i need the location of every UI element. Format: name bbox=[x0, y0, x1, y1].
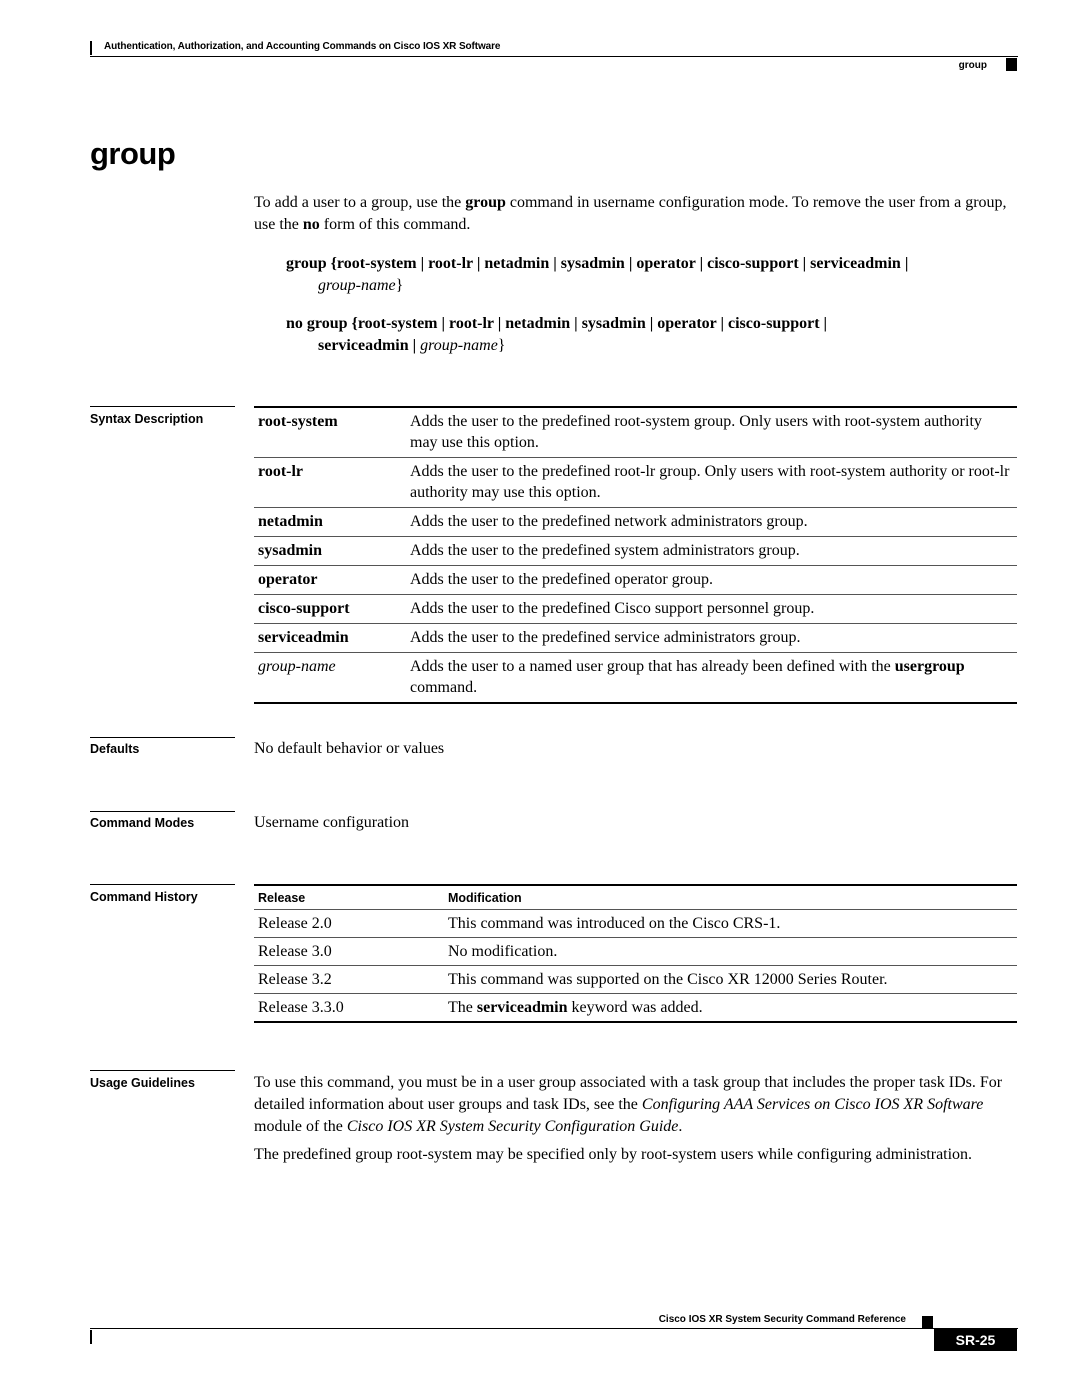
intro-paragraph: To add a user to a group, use the group … bbox=[254, 192, 1020, 236]
header-rule bbox=[90, 56, 1018, 57]
syntax-text: no group {root-system | root-lr | netadm… bbox=[286, 315, 828, 332]
section-label-syntax-description: Syntax Description bbox=[90, 412, 204, 426]
section-label-command-modes: Command Modes bbox=[90, 816, 195, 830]
syntax-text: serviceadmin | bbox=[318, 337, 417, 354]
table-row: group-name Adds the user to a named user … bbox=[254, 652, 1017, 703]
table-row: netadmin Adds the user to the predefined … bbox=[254, 507, 1017, 537]
table-row: root-system Adds the user to the predefin… bbox=[254, 407, 1017, 458]
header-bar bbox=[90, 41, 92, 55]
table-row: sysadmin Adds the user to the predefined … bbox=[254, 536, 1017, 566]
syntax-argument: group-name bbox=[420, 337, 498, 354]
keyword-cell: netadmin bbox=[254, 507, 406, 537]
intro-text: To add a user to a group, use the bbox=[254, 194, 466, 211]
release-cell: Release 3.2 bbox=[254, 965, 444, 994]
modification-cell: No modification. bbox=[444, 937, 1017, 966]
section-label-defaults: Defaults bbox=[90, 742, 140, 756]
keyword-cell: root-system bbox=[258, 413, 338, 430]
usage-text: . bbox=[678, 1118, 683, 1135]
keyword-cell: sysadmin bbox=[254, 536, 406, 566]
table-row: cisco-support Adds the user to the predef… bbox=[254, 594, 1017, 624]
footer-book-title: Cisco IOS XR System Security Command Ref… bbox=[658, 1314, 906, 1325]
usage-reference: Configuring AAA Services on Cisco IOS XR… bbox=[641, 1096, 984, 1113]
syntax-brace: } bbox=[497, 337, 506, 354]
section-label-usage-guidelines: Usage Guidelines bbox=[90, 1076, 195, 1090]
release-cell: Release 3.0 bbox=[254, 937, 444, 966]
syntax-brace: } bbox=[395, 277, 404, 294]
section-label-command-history: Command History bbox=[90, 890, 198, 904]
table-row: Release 3.0 No modification. bbox=[254, 937, 1017, 966]
keyword-cell: group-name bbox=[254, 652, 406, 703]
section-rule bbox=[90, 1070, 235, 1071]
table-row: serviceadmin Adds the user to the predefi… bbox=[254, 623, 1017, 653]
column-header-modification: Modification bbox=[444, 885, 1017, 910]
usage-paragraph-2: The predefined group root-system may be … bbox=[254, 1146, 973, 1163]
footer-rule bbox=[90, 1328, 1018, 1329]
syntax-text: group {root-system | root-lr | netadmin … bbox=[286, 255, 909, 272]
table-row: Release 3.3.0 The serviceadmin keyword wa… bbox=[254, 993, 1017, 1022]
page-number: SR-25 bbox=[934, 1329, 1017, 1351]
header-block-marker bbox=[1006, 58, 1017, 71]
section-rule bbox=[90, 884, 235, 885]
column-header-release: Release bbox=[254, 885, 444, 910]
syntax-line-no-group: no group {root-system | root-lr | netadm… bbox=[286, 313, 1020, 357]
usage-text: module of the bbox=[254, 1118, 347, 1135]
modification-text: The bbox=[448, 999, 477, 1016]
command-history-table: Release Modification Release 2.0 This comm… bbox=[254, 884, 1017, 1023]
description-cell: Adds the user to the predefined root-lr … bbox=[406, 457, 1017, 508]
intro-keyword-group: group bbox=[465, 194, 506, 211]
release-cell: Release 3.3.0 bbox=[254, 993, 444, 1022]
table-row: root-lr Adds the user to the predefined r… bbox=[254, 457, 1017, 508]
keyword-cell: operator bbox=[254, 565, 406, 595]
description-keyword: usergroup bbox=[894, 658, 965, 675]
table-header-row: Release Modification bbox=[254, 885, 1017, 910]
description-cell: Adds the user to the predefined network … bbox=[406, 507, 1017, 537]
defaults-text: No default behavior or values bbox=[254, 740, 445, 757]
page-title: group bbox=[90, 136, 176, 171]
release-cell: Release 2.0 bbox=[254, 909, 444, 938]
modification-cell: This command was introduced on the Cisco… bbox=[444, 909, 1017, 938]
running-head: group bbox=[958, 60, 987, 71]
modification-keyword: serviceadmin bbox=[476, 999, 568, 1016]
description-cell: Adds the user to the predefined service … bbox=[406, 623, 1017, 653]
table-row: operator Adds the user to the predefined … bbox=[254, 565, 1017, 595]
usage-reference: Cisco IOS XR System Security Configurati… bbox=[346, 1118, 679, 1135]
keyword-cell: serviceadmin bbox=[254, 623, 406, 653]
intro-text: form of this command. bbox=[319, 216, 471, 233]
syntax-description-table: root-system Adds the user to the predefin… bbox=[254, 406, 1017, 704]
modification-cell: The serviceadmin keyword was added. bbox=[444, 993, 1017, 1022]
section-rule bbox=[90, 811, 235, 812]
description-cell: Adds the user to the predefined system a… bbox=[406, 536, 1017, 566]
chapter-title: Authentication, Authorization, and Accou… bbox=[104, 41, 501, 52]
description-cell: Adds the user to a named user group that… bbox=[406, 652, 1017, 703]
keyword-cell: root-lr bbox=[254, 457, 406, 508]
keyword-cell: cisco-support bbox=[254, 594, 406, 624]
footer-bar bbox=[90, 1330, 92, 1344]
syntax-line-group: group {root-system | root-lr | netadmin … bbox=[286, 253, 1020, 297]
modification-text: keyword was added. bbox=[567, 999, 703, 1016]
command-modes-text: Username configuration bbox=[254, 814, 410, 831]
syntax-argument: group-name bbox=[318, 277, 396, 294]
section-rule bbox=[90, 406, 235, 407]
table-row: Release 2.0 This command was introduced o… bbox=[254, 909, 1017, 938]
description-cell: Adds the user to the predefined operator… bbox=[406, 565, 1017, 595]
description-text: command. bbox=[410, 679, 478, 696]
description-text: Adds the user to a named user group that… bbox=[410, 658, 895, 675]
description-cell: Adds the user to the predefined root-sys… bbox=[410, 413, 982, 451]
table-row: Release 3.2 This command was supported on… bbox=[254, 965, 1017, 994]
description-cell: Adds the user to the predefined Cisco su… bbox=[406, 594, 1017, 624]
usage-paragraph-1: To use this command, you must be in a us… bbox=[254, 1072, 1020, 1138]
section-rule bbox=[90, 737, 235, 738]
intro-keyword-no: no bbox=[302, 216, 320, 233]
modification-cell: This command was supported on the Cisco … bbox=[444, 965, 1017, 994]
